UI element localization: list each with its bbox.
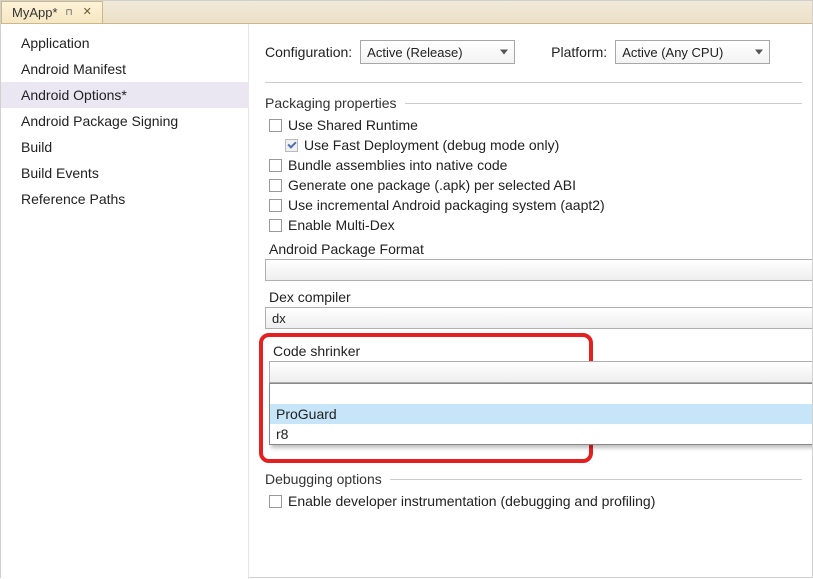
configuration-select[interactable]: Active (Release) (360, 40, 515, 64)
highlight-annotation: Code shrinker ProGuard r8 (259, 333, 593, 463)
checkbox-icon[interactable] (269, 495, 282, 508)
divider (265, 82, 802, 83)
platform-label: Platform: (551, 44, 607, 60)
tab-bar: MyApp* ⊓ ✕ (1, 1, 812, 24)
sidebar-item-application[interactable]: Application (1, 30, 248, 56)
sidebar-item-build[interactable]: Build (1, 134, 248, 160)
sidebar-item-manifest[interactable]: Android Manifest (1, 56, 248, 82)
bundle-native-row[interactable]: Bundle assemblies into native code (269, 157, 802, 173)
checkbox-icon[interactable] (269, 199, 282, 212)
checkbox-icon[interactable] (269, 219, 282, 232)
checkbox-icon[interactable] (269, 179, 282, 192)
package-format-select[interactable] (265, 259, 812, 281)
multidex-row[interactable]: Enable Multi-Dex (269, 217, 802, 233)
checkbox-icon[interactable] (269, 119, 282, 132)
one-per-abi-row[interactable]: Generate one package (.apk) per selected… (269, 177, 802, 193)
tab-title: MyApp* (12, 5, 58, 20)
platform-select[interactable]: Active (Any CPU) (615, 40, 770, 64)
code-shrinker-select[interactable] (269, 361, 812, 383)
sidebar-item-package-signing[interactable]: Android Package Signing (1, 108, 248, 134)
packaging-group-header: Packaging properties (265, 95, 802, 111)
dropdown-option-blank[interactable] (270, 384, 812, 404)
main-panel: Configuration: Active (Release) Platform… (249, 24, 812, 579)
dropdown-option-r8[interactable]: r8 (270, 424, 812, 444)
code-shrinker-label: Code shrinker (273, 343, 583, 359)
sidebar-item-build-events[interactable]: Build Events (1, 160, 248, 186)
dropdown-option-proguard[interactable]: ProGuard (270, 404, 812, 424)
pin-icon[interactable]: ⊓ (64, 7, 75, 18)
dev-instrumentation-row[interactable]: Enable developer instrumentation (debugg… (269, 493, 802, 509)
document-tab[interactable]: MyApp* ⊓ ✕ (1, 1, 103, 23)
config-row: Configuration: Active (Release) Platform… (265, 40, 802, 64)
sidebar-item-reference-paths[interactable]: Reference Paths (1, 186, 248, 212)
dex-compiler-label: Dex compiler (269, 289, 802, 305)
aapt2-row[interactable]: Use incremental Android packaging system… (269, 197, 802, 213)
debugging-group-header: Debugging options (265, 471, 802, 487)
configuration-label: Configuration: (265, 44, 352, 60)
shared-runtime-row[interactable]: Use Shared Runtime (269, 117, 802, 133)
package-format-label: Android Package Format (269, 241, 802, 257)
checkbox-icon[interactable] (269, 159, 282, 172)
code-shrinker-dropdown-list: ProGuard r8 (269, 383, 812, 445)
dex-compiler-select[interactable]: dx (265, 307, 812, 329)
sidebar: Application Android Manifest Android Opt… (1, 24, 249, 579)
content-wrap: Application Android Manifest Android Opt… (1, 24, 812, 579)
fast-deployment-row[interactable]: Use Fast Deployment (debug mode only) (285, 137, 802, 153)
close-icon[interactable]: ✕ (81, 7, 94, 18)
checkbox-icon[interactable] (285, 139, 298, 152)
sidebar-item-android-options[interactable]: Android Options* (1, 82, 248, 108)
